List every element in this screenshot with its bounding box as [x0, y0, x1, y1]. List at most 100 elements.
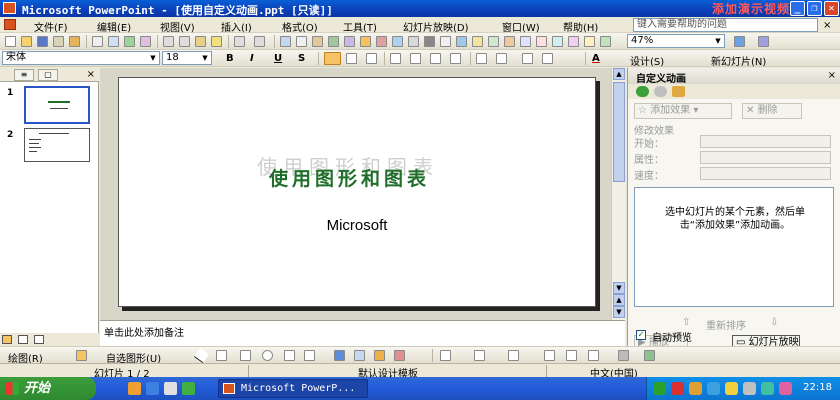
forward-icon[interactable] [654, 86, 667, 97]
slide-title[interactable]: 使用图形和图表 [269, 164, 430, 191]
zoom-out-icon[interactable] [584, 36, 595, 47]
save-icon[interactable] [37, 36, 48, 47]
picture-icon[interactable] [376, 36, 387, 47]
slideshow-view-icon[interactable] [34, 335, 44, 344]
arrow-style-icon[interactable] [588, 350, 599, 361]
clipart-icon[interactable] [360, 36, 371, 47]
start-select[interactable] [700, 135, 831, 148]
menu-format[interactable]: 格式(O) [282, 19, 318, 34]
tray-network-icon[interactable] [653, 382, 666, 395]
textbox-icon[interactable] [284, 350, 295, 361]
quicklaunch-ie-icon[interactable] [128, 382, 141, 395]
align-right-icon[interactable] [366, 53, 377, 64]
move-down-icon[interactable]: ⇩ [770, 317, 778, 328]
print-preview-icon[interactable] [108, 36, 119, 47]
insert-diagram-icon[interactable] [328, 36, 339, 47]
autopreview-checkbox[interactable]: ✓ [636, 330, 646, 340]
columns-icon[interactable] [488, 36, 499, 47]
show-formatting-icon[interactable] [440, 36, 451, 47]
oval-icon[interactable] [262, 350, 273, 361]
slide-canvas[interactable]: 使用图形和图表 使用图形和图表 Microsoft [118, 77, 596, 307]
tray-app-icon[interactable] [779, 382, 792, 395]
scroll-down-icon[interactable]: ▼ [613, 282, 625, 294]
line-color-icon[interactable] [474, 350, 485, 361]
thumbnails-icon[interactable] [552, 36, 563, 47]
permission-icon[interactable] [53, 36, 64, 47]
equation-icon[interactable] [758, 36, 769, 47]
expand-all-icon[interactable] [392, 36, 403, 47]
bold-button[interactable]: B [226, 53, 234, 64]
cut-icon[interactable] [163, 36, 174, 47]
tray-security-icon[interactable] [671, 382, 684, 395]
previous-slide-icon[interactable]: ▲ [613, 294, 625, 306]
tab-outline[interactable]: ≡ [14, 69, 34, 81]
grid-icon[interactable] [408, 36, 419, 47]
menu-window[interactable]: 窗口(W) [502, 19, 540, 34]
align-left-icon[interactable] [324, 52, 341, 65]
slide-sorter-icon[interactable] [18, 335, 28, 344]
close-pane-button[interactable]: × [87, 69, 95, 80]
animation-list[interactable]: 选中幻灯片的某个元素，然后单击“添加效果”添加动画。 [634, 187, 834, 307]
menu-edit[interactable]: 编辑(E) [97, 19, 131, 34]
add-effect-button[interactable]: ☆ 添加效果 ▾ [634, 103, 732, 119]
print-icon[interactable] [92, 36, 103, 47]
taskbar-powerpoint-button[interactable]: Microsoft PowerP... [218, 379, 368, 398]
3d-style-icon[interactable] [644, 350, 655, 361]
spelling-icon[interactable] [124, 36, 135, 47]
restore-button[interactable]: ❐ [807, 1, 822, 16]
italic-button[interactable]: I [250, 53, 254, 64]
line-spacing-icon[interactable] [522, 53, 533, 64]
normal-view-icon[interactable] [2, 335, 12, 344]
hyperlink-icon[interactable] [456, 36, 467, 47]
align-center-icon[interactable] [346, 53, 357, 64]
minimize-button[interactable]: _ [790, 1, 805, 16]
document-icon[interactable] [4, 19, 16, 30]
document-map-icon[interactable] [536, 36, 547, 47]
menu-tools[interactable]: 工具(T) [343, 19, 377, 34]
close-task-pane-button[interactable]: × [828, 70, 836, 81]
zoom-in-icon[interactable] [568, 36, 579, 47]
scroll-thumb[interactable] [613, 82, 625, 182]
numbering-icon[interactable] [390, 53, 401, 64]
font-select[interactable]: 宋体 ▼ [2, 51, 160, 65]
email-icon[interactable] [69, 36, 80, 47]
menu-slideshow[interactable]: 幻灯片放映(D) [403, 19, 469, 34]
tray-volume-icon[interactable] [725, 382, 738, 395]
powerpoint-app-icon[interactable] [3, 2, 16, 14]
decrease-font-icon[interactable] [450, 53, 461, 64]
scroll-up-icon[interactable]: ▲ [613, 68, 625, 80]
back-icon[interactable] [636, 86, 649, 97]
remove-button[interactable]: ✕ 删除 [742, 103, 802, 119]
undo-icon[interactable] [234, 36, 245, 47]
help-search-input[interactable]: 键入需要帮助的问题 [633, 18, 818, 32]
shadow-button[interactable]: S [298, 53, 305, 64]
increase-indent-icon[interactable] [496, 53, 507, 64]
menu-insert[interactable]: 插入(I) [221, 19, 252, 34]
dash-style-icon[interactable] [566, 350, 577, 361]
menu-file[interactable]: 文件(F) [34, 19, 68, 34]
slide-subtitle[interactable]: Microsoft [119, 217, 595, 234]
font-color-icon[interactable] [508, 350, 519, 361]
move-up-icon[interactable]: ⇧ [682, 317, 690, 328]
increase-font-icon[interactable] [430, 53, 441, 64]
slide-thumbnail-1[interactable] [24, 86, 90, 124]
copy-icon[interactable] [179, 36, 190, 47]
format-painter-icon[interactable] [211, 36, 222, 47]
picture-insert-icon[interactable] [394, 350, 405, 361]
vertical-textbox-icon[interactable] [304, 350, 315, 361]
show-hide-icon[interactable] [520, 36, 531, 47]
slide-scrollbar[interactable]: ▲ ▼ ▲ ▼ [611, 68, 625, 320]
underline-button[interactable]: U [274, 53, 282, 64]
insert-table-icon[interactable] [296, 36, 307, 47]
line-icon[interactable] [193, 347, 210, 364]
quicklaunch-desktop-icon[interactable] [146, 382, 159, 395]
paragraph-icon[interactable] [542, 53, 553, 64]
tray-update-icon[interactable] [743, 382, 756, 395]
paste-icon[interactable] [195, 36, 206, 47]
home-icon[interactable] [672, 86, 685, 97]
line-style-icon[interactable] [544, 350, 555, 361]
help-icon[interactable] [734, 36, 745, 47]
wordart-icon[interactable] [344, 36, 355, 47]
tray-messenger-icon[interactable] [707, 382, 720, 395]
bullets-icon[interactable] [410, 53, 421, 64]
